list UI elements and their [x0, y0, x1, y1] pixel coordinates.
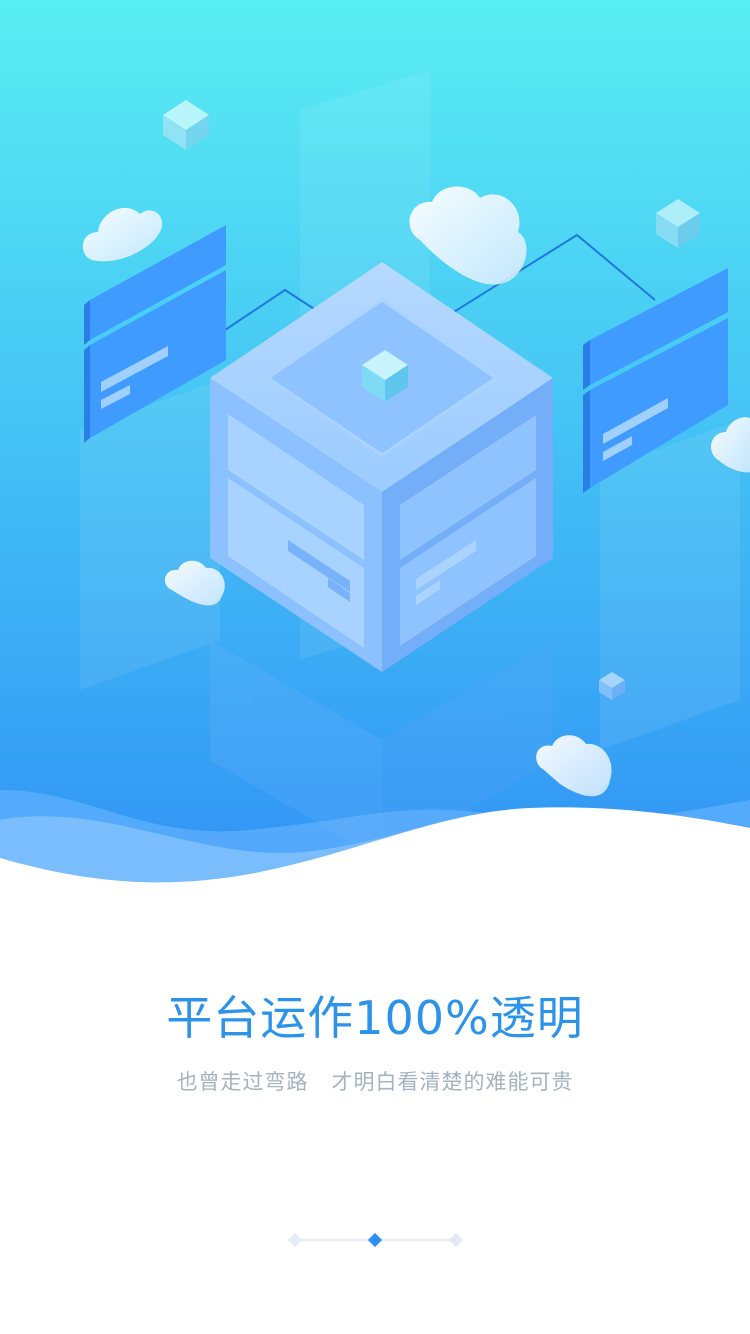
page-indicator	[0, 1228, 750, 1252]
page-dot-3[interactable]	[448, 1232, 464, 1248]
page-dot-2-active[interactable]	[367, 1232, 383, 1248]
page-dot-1[interactable]	[287, 1232, 303, 1248]
onboarding-screen: 平台运作100%透明 也曾走过弯路 才明白看清楚的难能可贵	[0, 0, 750, 1334]
onboarding-title: 平台运作100%透明	[166, 991, 584, 1045]
hero-illustration	[0, 0, 750, 920]
onboarding-subtitle: 也曾走过弯路 才明白看清楚的难能可贵	[176, 1070, 574, 1094]
